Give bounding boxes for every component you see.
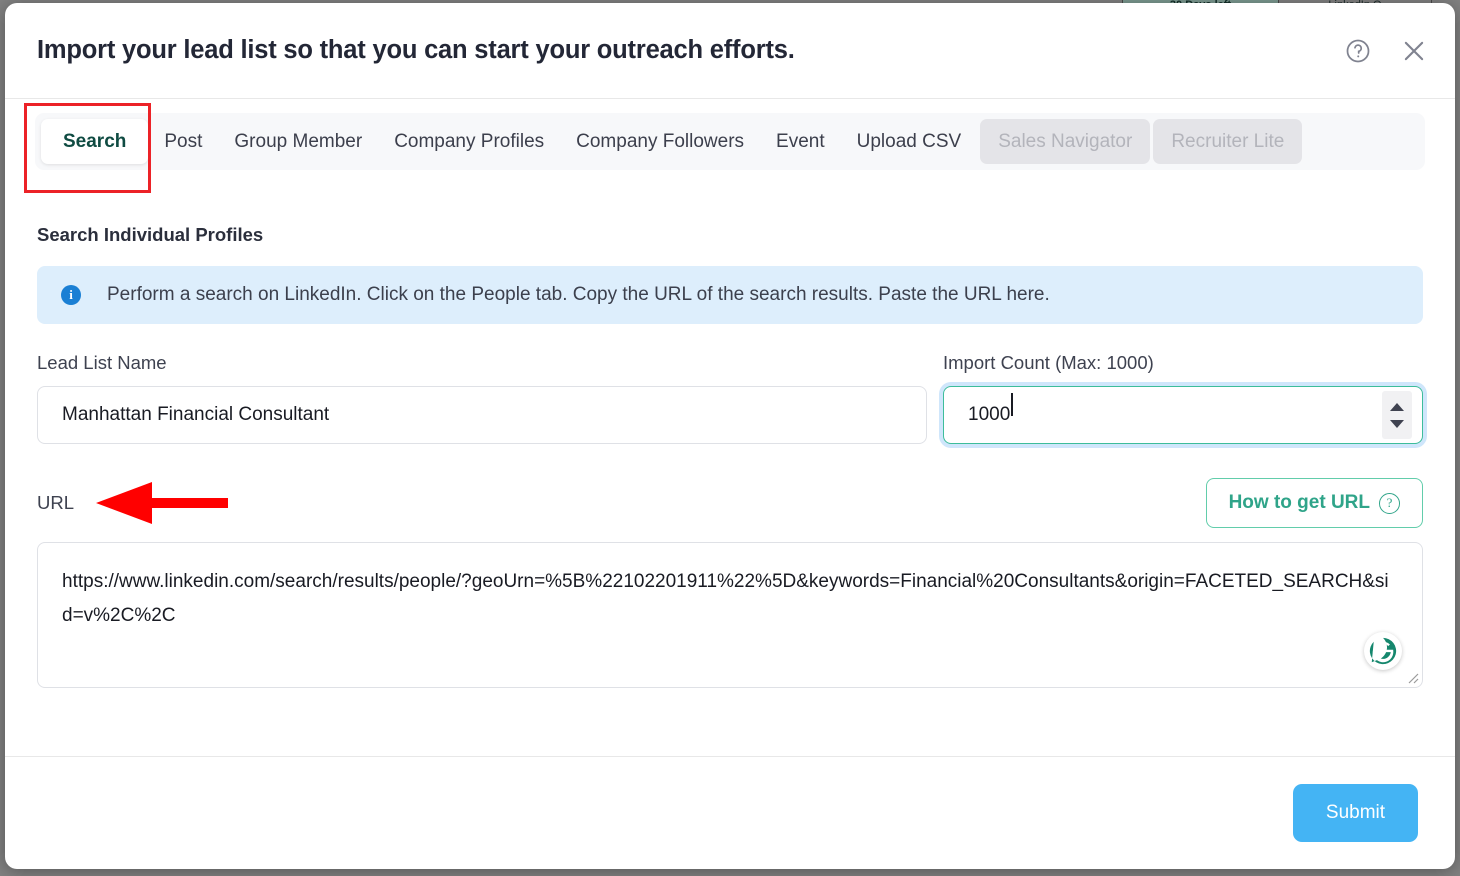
modal-footer: Submit bbox=[5, 756, 1455, 869]
stepper-down-icon[interactable] bbox=[1390, 419, 1404, 428]
tab-upload-csv[interactable]: Upload CSV bbox=[841, 119, 978, 164]
quantity-stepper[interactable] bbox=[1382, 391, 1412, 439]
page-title: Import your lead list so that you can st… bbox=[37, 36, 795, 64]
tab-recruiter-lite: Recruiter Lite bbox=[1153, 119, 1303, 164]
lead-list-name-value: Manhattan Financial Consultant bbox=[62, 404, 330, 425]
form-fields-row: Lead List Name Manhattan Financial Consu… bbox=[37, 352, 1423, 444]
lead-list-name-input[interactable]: Manhattan Financial Consultant bbox=[37, 386, 927, 444]
textarea-resize-handle[interactable] bbox=[1405, 670, 1419, 684]
tab-sales-navigator: Sales Navigator bbox=[980, 119, 1151, 164]
submit-button[interactable]: Submit bbox=[1293, 784, 1418, 842]
tab-bar-container: Search Post Group Member Company Profile… bbox=[5, 99, 1455, 193]
tab-company-profiles[interactable]: Company Profiles bbox=[378, 119, 560, 164]
import-lead-list-modal: Import your lead list so that you can st… bbox=[5, 3, 1455, 869]
lead-list-name-group: Lead List Name Manhattan Financial Consu… bbox=[37, 352, 927, 444]
url-label-row: URL How to get URL ? bbox=[37, 478, 1423, 528]
info-icon: i bbox=[61, 285, 81, 305]
lead-list-name-label: Lead List Name bbox=[37, 352, 167, 373]
import-count-value: 1000 bbox=[968, 393, 1382, 426]
header-actions bbox=[1343, 36, 1429, 66]
import-count-input[interactable]: 1000 bbox=[943, 386, 1423, 444]
modal-header: Import your lead list so that you can st… bbox=[5, 3, 1455, 99]
tab-event[interactable]: Event bbox=[760, 119, 841, 164]
info-banner-text: Perform a search on LinkedIn. Click on t… bbox=[107, 284, 1050, 305]
url-label: URL bbox=[37, 492, 75, 513]
help-circle-icon[interactable] bbox=[1343, 36, 1373, 66]
close-icon[interactable] bbox=[1399, 36, 1429, 66]
import-count-group: Import Count (Max: 1000) 1000 bbox=[943, 352, 1423, 444]
annotation-arrow-icon bbox=[96, 482, 229, 524]
how-to-get-url-button[interactable]: How to get URL ? bbox=[1205, 478, 1423, 528]
tab-post[interactable]: Post bbox=[148, 119, 218, 164]
tab-bar: Search Post Group Member Company Profile… bbox=[35, 113, 1425, 170]
modal-body: Search Individual Profiles i Perform a s… bbox=[5, 170, 1455, 756]
how-to-get-url-label: How to get URL bbox=[1228, 492, 1370, 513]
tab-search[interactable]: Search bbox=[41, 119, 149, 164]
grammarly-icon[interactable] bbox=[1364, 632, 1402, 670]
url-textarea-value: https://www.linkedin.com/search/results/… bbox=[62, 571, 1389, 626]
tab-group-member[interactable]: Group Member bbox=[218, 119, 378, 164]
import-count-label: Import Count (Max: 1000) bbox=[943, 352, 1154, 373]
info-banner: i Perform a search on LinkedIn. Click on… bbox=[37, 266, 1423, 324]
url-textarea[interactable]: https://www.linkedin.com/search/results/… bbox=[37, 542, 1423, 688]
section-title: Search Individual Profiles bbox=[37, 224, 264, 245]
tab-company-followers[interactable]: Company Followers bbox=[560, 119, 760, 164]
stepper-up-icon[interactable] bbox=[1390, 402, 1404, 411]
question-mark-icon: ? bbox=[1379, 492, 1400, 514]
